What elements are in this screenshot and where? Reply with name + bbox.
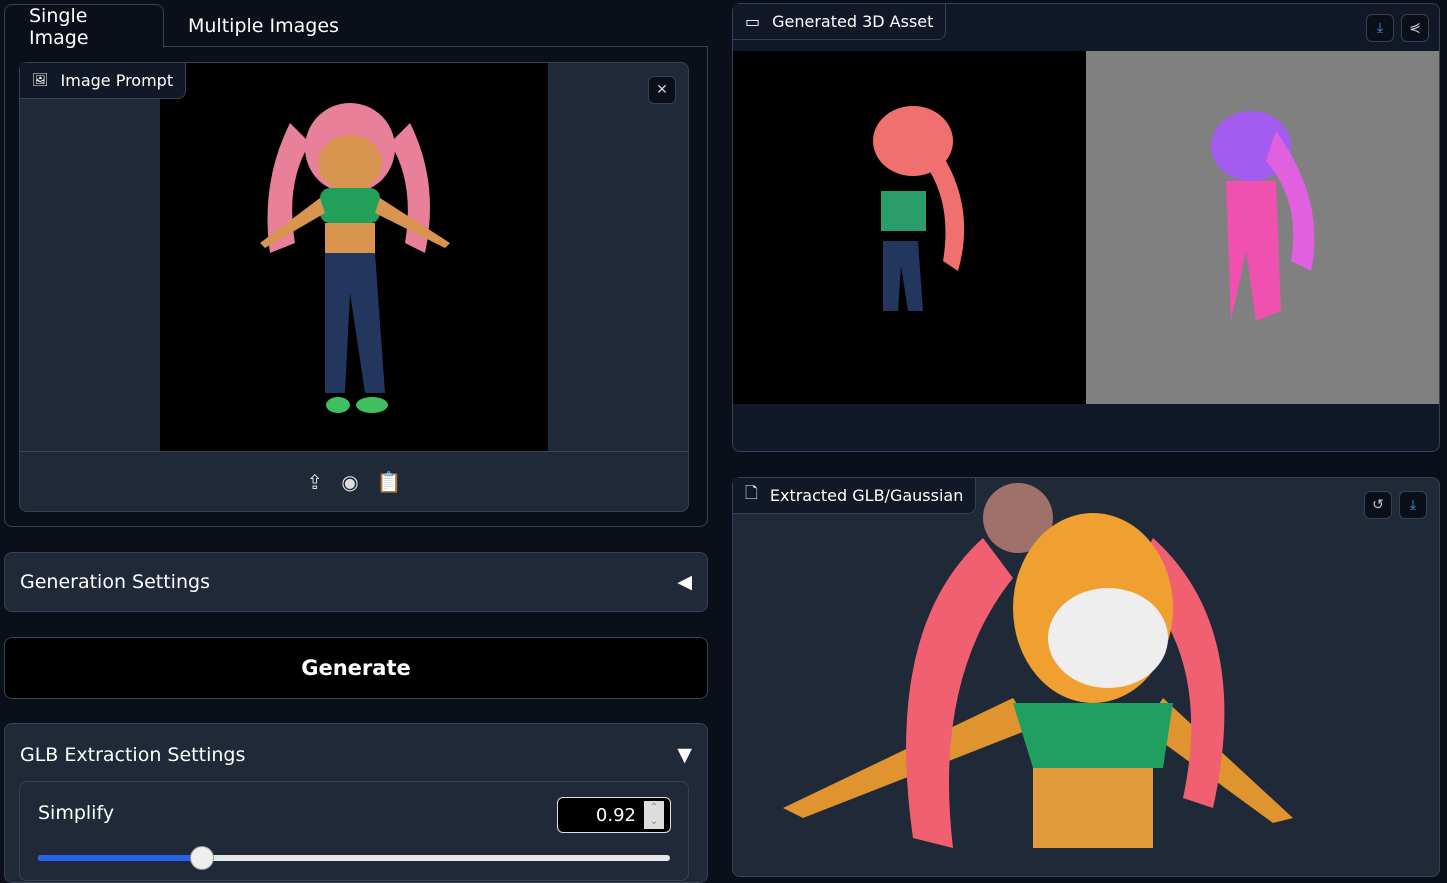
accordion-title: GLB Extraction Settings xyxy=(20,744,246,766)
clipboard-icon[interactable]: 📋 xyxy=(377,470,402,494)
simplify-number-input[interactable]: 0.92 ⌃ ⌄ xyxy=(557,797,671,833)
reset-view-button[interactable]: ↺ xyxy=(1364,491,1392,519)
generated-asset-panel: ▭ Generated 3D Asset ⤓ ⋞ xyxy=(732,3,1440,452)
image-icon: 🖼 xyxy=(32,73,49,88)
normal-character xyxy=(1211,111,1315,321)
clear-image-button[interactable]: ✕ xyxy=(648,76,676,104)
share-icon: ⋞ xyxy=(1409,20,1421,36)
stepper-icon[interactable]: ⌃ ⌄ xyxy=(644,801,664,829)
button-label: Generate xyxy=(301,656,411,680)
download-glb-button[interactable]: ⤓ xyxy=(1399,491,1427,519)
simplify-label: Simplify xyxy=(38,802,115,824)
close-icon: ✕ xyxy=(656,82,668,98)
file-icon: 🗋 xyxy=(745,483,758,502)
generation-settings-accordion[interactable]: Generation Settings ◀ xyxy=(4,552,708,612)
render-character xyxy=(873,106,965,311)
tab-label: Single Image xyxy=(29,4,89,49)
slider-fill xyxy=(38,855,203,861)
simplify-value: 0.92 xyxy=(595,804,636,826)
download-icon: ⤓ xyxy=(1409,497,1417,513)
tab-multiple-images[interactable]: Multiple Images xyxy=(164,4,363,48)
generated-asset-label: ▭ Generated 3D Asset xyxy=(733,4,947,40)
label-text: Generated 3D Asset xyxy=(772,12,934,31)
share-button[interactable]: ⋞ xyxy=(1401,14,1429,42)
image-prompt-label: 🖼 Image Prompt xyxy=(20,63,187,99)
accordion-title: Generation Settings xyxy=(20,571,210,593)
webcam-icon[interactable]: ◉ xyxy=(341,470,358,494)
label-text: Extracted GLB/Gaussian xyxy=(769,486,964,505)
tab-single-image[interactable]: Single Image xyxy=(4,4,164,49)
caret-left-icon: ◀ xyxy=(677,571,692,593)
download-button[interactable]: ⤓ xyxy=(1366,14,1394,42)
simplify-slider[interactable] xyxy=(38,846,670,870)
video-icon: ▭ xyxy=(745,12,761,31)
glb-model-viewer[interactable] xyxy=(733,478,1441,878)
rgb-render-video[interactable] xyxy=(733,51,1086,404)
image-prompt-panel[interactable]: 🖼 Image Prompt ✕ ⇪ ◉ 📋 xyxy=(19,62,689,512)
upload-icon[interactable]: ⇪ xyxy=(306,470,323,494)
extracted-label: 🗋 Extracted GLB/Gaussian xyxy=(733,478,977,514)
generate-button[interactable]: Generate xyxy=(4,637,708,699)
download-icon: ⤓ xyxy=(1376,20,1384,36)
extracted-glb-panel[interactable]: 🗋 Extracted GLB/Gaussian ↺ ⤓ xyxy=(732,477,1440,877)
caret-down-icon: ▼ xyxy=(677,744,692,766)
tab-label: Multiple Images xyxy=(188,15,339,37)
slider-thumb[interactable] xyxy=(190,846,215,870)
label-text: Image Prompt xyxy=(60,71,174,90)
input-image xyxy=(160,63,548,451)
normal-render-video[interactable] xyxy=(1086,51,1439,404)
character-image xyxy=(260,103,450,413)
undo-icon: ↺ xyxy=(1372,497,1384,513)
simplify-block: Simplify 0.92 ⌃ ⌄ xyxy=(19,781,689,881)
